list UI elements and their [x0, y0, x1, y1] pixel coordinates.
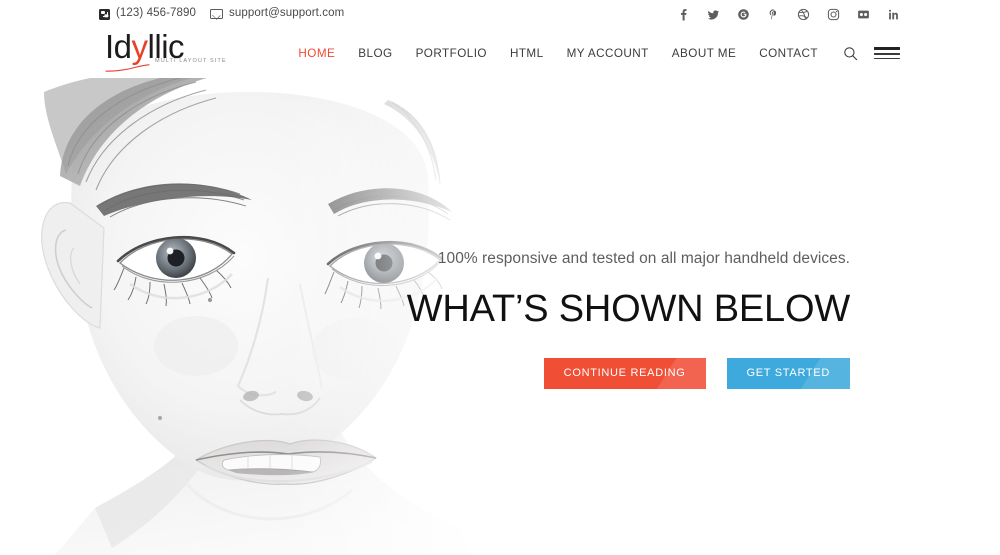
search-icon[interactable] — [843, 46, 858, 61]
continue-reading-button[interactable]: CONTINUE READING — [543, 357, 706, 389]
hamburger-line-2 — [874, 52, 900, 55]
email-address: support@support.com — [229, 7, 345, 20]
nav-item-blog[interactable]: BLOG — [358, 47, 392, 60]
hamburger-menu-icon[interactable] — [874, 46, 900, 60]
page-root: (123) 456-7890 support@support.com Idyll… — [0, 0, 1000, 555]
nav-item-html[interactable]: HTML — [510, 47, 544, 60]
top-contact-bar: (123) 456-7890 support@support.com — [0, 0, 1000, 28]
logo-text-accent: y — [131, 28, 149, 65]
nav-item-contact[interactable]: CONTACT — [759, 47, 818, 60]
google-plus-icon[interactable] — [737, 8, 750, 21]
main-navigation: HOME BLOG PORTFOLIO HTML MY ACCOUNT ABOU… — [298, 46, 900, 61]
phone-number: (123) 456-7890 — [116, 7, 197, 20]
flickr-icon[interactable] — [857, 8, 870, 21]
contact-info-group: (123) 456-7890 support@support.com — [99, 8, 344, 20]
hero-headline: WHAT’S SHOWN BELOW — [406, 287, 850, 330]
social-links-group — [677, 8, 900, 21]
nav-item-my-account[interactable]: MY ACCOUNT — [567, 47, 649, 60]
hero-copy-block: 100% responsive and tested on all major … — [130, 248, 850, 389]
get-started-button[interactable]: GET STARTED — [726, 357, 850, 389]
continue-reading-label: CONTINUE READING — [563, 367, 686, 380]
nav-item-about-me[interactable]: ABOUT ME — [672, 47, 736, 60]
hamburger-line-3 — [874, 57, 900, 60]
hero-section: 100% responsive and tested on all major … — [0, 78, 1000, 555]
get-started-label: GET STARTED — [746, 367, 830, 380]
site-logo[interactable]: Idyllic Multi Layout Site — [99, 30, 226, 74]
hero-subtitle: 100% responsive and tested on all major … — [437, 250, 850, 267]
hamburger-line-1 — [874, 46, 900, 50]
dribbble-icon[interactable] — [797, 8, 810, 21]
logo-text-before: Id — [105, 28, 132, 65]
twitter-icon[interactable] — [707, 8, 720, 21]
pinterest-icon[interactable] — [767, 8, 780, 21]
phone-icon — [99, 8, 110, 20]
instagram-icon[interactable] — [827, 8, 840, 21]
nav-item-portfolio[interactable]: PORTFOLIO — [416, 47, 487, 60]
nav-list: HOME BLOG PORTFOLIO HTML MY ACCOUNT ABOU… — [298, 47, 818, 60]
site-header: Idyllic Multi Layout Site HOME BLOG PORT… — [0, 28, 1000, 78]
linkedin-icon[interactable] — [887, 8, 900, 21]
facebook-icon[interactable] — [677, 8, 690, 21]
logo-tagline: Multi Layout Site — [155, 58, 227, 64]
hero-cta-group: CONTINUE READING GET STARTED — [130, 357, 850, 389]
envelope-icon — [210, 9, 224, 19]
email-contact[interactable]: support@support.com — [210, 8, 344, 20]
nav-item-home[interactable]: HOME — [298, 47, 335, 60]
phone-contact[interactable]: (123) 456-7890 — [99, 8, 196, 20]
header-tools — [843, 46, 900, 61]
